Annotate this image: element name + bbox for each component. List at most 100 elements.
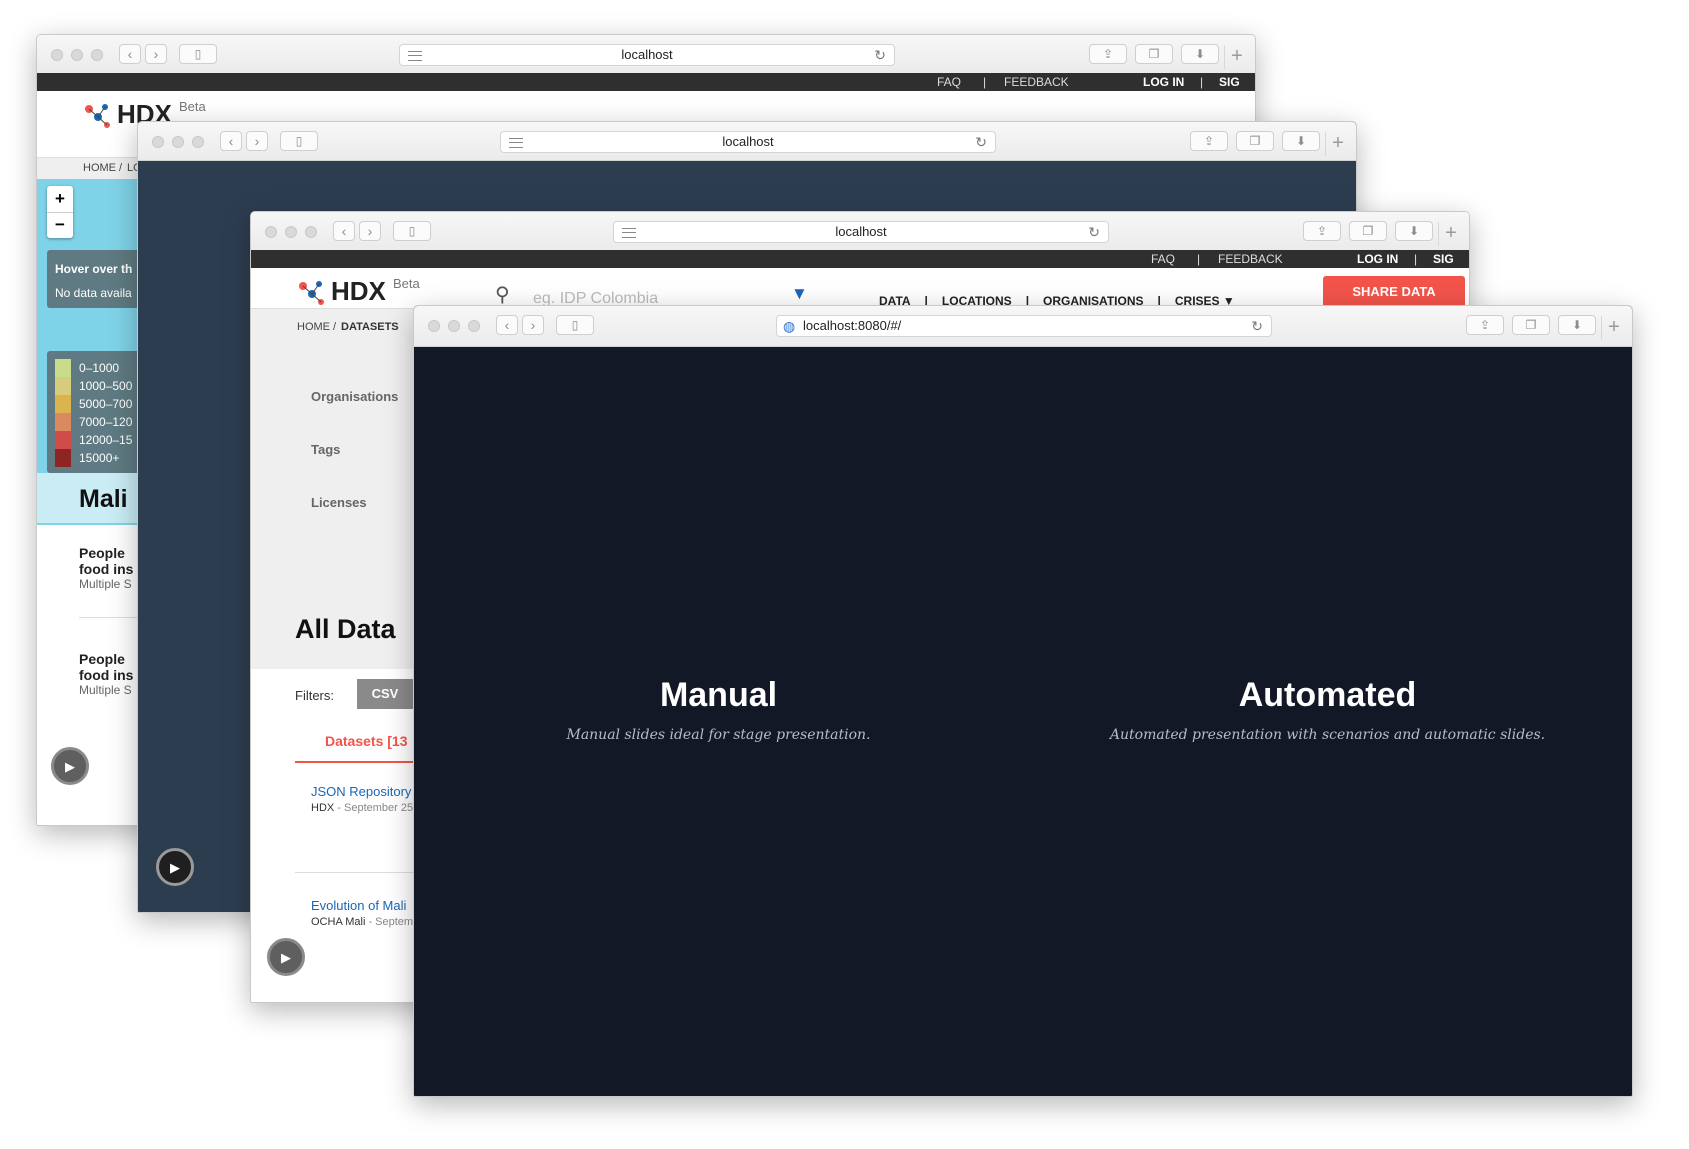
list-item[interactable]: People food ins Multiple S xyxy=(79,545,133,591)
new-tab-icon[interactable]: + xyxy=(1224,45,1249,69)
play-button[interactable]: ▶ xyxy=(51,747,89,785)
close-dot[interactable] xyxy=(428,320,440,332)
address-bar[interactable]: localhost ↻ xyxy=(613,221,1109,243)
url-text: localhost xyxy=(835,224,887,239)
divider: | xyxy=(1200,75,1204,89)
reload-icon[interactable]: ↻ xyxy=(1251,316,1263,336)
minimize-dot[interactable] xyxy=(448,320,460,332)
tabs-icon[interactable]: ❐ xyxy=(1135,44,1173,64)
minimize-dot[interactable] xyxy=(285,226,297,238)
hdx-logo[interactable]: HDX Beta xyxy=(83,99,206,136)
option-title: Automated xyxy=(1238,676,1417,714)
legend-swatch xyxy=(55,413,71,431)
share-data-button[interactable]: SHARE DATA xyxy=(1323,276,1465,308)
zoom-dot[interactable] xyxy=(468,320,480,332)
dataset-item[interactable]: Evolution of Mali OCHA Mali - Septem xyxy=(311,898,413,928)
breadcrumb-home[interactable]: HOME xyxy=(297,321,330,333)
facet-licenses[interactable]: Licenses xyxy=(311,495,367,510)
tabs-icon[interactable]: ❐ xyxy=(1512,315,1550,335)
minimize-dot[interactable] xyxy=(172,136,184,148)
login-link[interactable]: LOG IN xyxy=(1143,75,1184,89)
share-icon[interactable]: ⇪ xyxy=(1190,131,1228,151)
legend-label: 7000–120 xyxy=(79,415,133,429)
tabs-icon[interactable]: ❐ xyxy=(1236,131,1274,151)
zoom-in-button[interactable]: + xyxy=(47,186,73,213)
address-bar[interactable]: localhost ↻ xyxy=(399,44,895,66)
toolbar: ‹ › ▯ localhost ↻ ⇪ ❐ ⬇ + xyxy=(251,212,1469,251)
list-item[interactable]: People food ins Multiple S xyxy=(79,651,133,697)
dataset-title[interactable]: Evolution of Mali xyxy=(311,898,413,913)
play-button[interactable]: ▶ xyxy=(267,938,305,976)
dataset-meta: - Septem xyxy=(365,916,414,928)
address-bar[interactable]: ◍ localhost:8080/#/ ↻ xyxy=(776,315,1272,337)
share-icon[interactable]: ⇪ xyxy=(1303,221,1341,241)
facet-tags[interactable]: Tags xyxy=(311,442,340,457)
reader-icon[interactable] xyxy=(408,51,422,61)
back-icon[interactable]: ‹ xyxy=(220,131,242,151)
signup-link[interactable]: SIG xyxy=(1433,252,1454,266)
download-icon[interactable]: ⬇ xyxy=(1558,315,1596,335)
tab-datasets[interactable]: Datasets [13 xyxy=(325,733,408,749)
option-manual[interactable]: Manual Manual slides ideal for stage pre… xyxy=(414,676,1023,743)
share-icon[interactable]: ⇪ xyxy=(1466,315,1504,335)
signup-link[interactable]: SIG xyxy=(1219,75,1240,89)
sidebar-icon[interactable]: ▯ xyxy=(179,44,217,64)
sidebar-icon[interactable]: ▯ xyxy=(280,131,318,151)
new-tab-icon[interactable]: + xyxy=(1601,316,1626,340)
dataset-org[interactable]: OCHA Mali xyxy=(311,916,365,928)
close-dot[interactable] xyxy=(51,49,63,61)
download-icon[interactable]: ⬇ xyxy=(1395,221,1433,241)
dataset-item[interactable]: JSON Repository HDX - September 25 xyxy=(311,784,413,814)
reload-icon[interactable]: ↻ xyxy=(975,132,987,152)
forward-icon[interactable]: › xyxy=(522,315,544,335)
breadcrumb-sep: / xyxy=(333,321,337,333)
option-title: Manual xyxy=(659,676,778,714)
download-icon[interactable]: ⬇ xyxy=(1181,44,1219,64)
close-dot[interactable] xyxy=(265,226,277,238)
faq-link[interactable]: FAQ xyxy=(937,75,961,89)
minimize-dot[interactable] xyxy=(71,49,83,61)
back-icon[interactable]: ‹ xyxy=(333,221,355,241)
feedback-link[interactable]: FEEDBACK xyxy=(1004,75,1069,89)
filter-icon[interactable]: ▼ xyxy=(791,284,808,304)
reader-icon[interactable] xyxy=(622,228,636,238)
zoom-dot[interactable] xyxy=(91,49,103,61)
filter-chip-csv[interactable]: CSV xyxy=(357,679,413,709)
zoom-dot[interactable] xyxy=(305,226,317,238)
forward-icon[interactable]: › xyxy=(246,131,268,151)
toolbar: ‹ › ▯ ◍ localhost:8080/#/ ↻ ⇪ ❐ ⬇ + xyxy=(414,306,1632,347)
close-dot[interactable] xyxy=(152,136,164,148)
back-icon[interactable]: ‹ xyxy=(496,315,518,335)
page-title: All Data xyxy=(295,614,396,644)
search-icon[interactable]: ⚲ xyxy=(495,282,510,307)
reload-icon[interactable]: ↻ xyxy=(874,45,886,65)
forward-icon[interactable]: › xyxy=(359,221,381,241)
zoom-dot[interactable] xyxy=(192,136,204,148)
play-button[interactable]: ▶ xyxy=(156,848,194,886)
new-tab-icon[interactable]: + xyxy=(1325,132,1350,156)
new-tab-icon[interactable]: + xyxy=(1438,222,1463,246)
breadcrumb-home[interactable]: HOME xyxy=(83,162,116,174)
forward-icon[interactable]: › xyxy=(145,44,167,64)
back-icon[interactable]: ‹ xyxy=(119,44,141,64)
sidebar-icon[interactable]: ▯ xyxy=(393,221,431,241)
legend-label: 15000+ xyxy=(79,451,120,465)
sidebar-icon[interactable]: ▯ xyxy=(556,315,594,335)
faq-link[interactable]: FAQ xyxy=(1151,252,1175,266)
login-link[interactable]: LOG IN xyxy=(1357,252,1398,266)
dataset-org[interactable]: HDX xyxy=(311,802,334,814)
feedback-link[interactable]: FEEDBACK xyxy=(1218,252,1283,266)
beta-tag: Beta xyxy=(179,99,206,114)
share-icon[interactable]: ⇪ xyxy=(1089,44,1127,64)
download-icon[interactable]: ⬇ xyxy=(1282,131,1320,151)
reload-icon[interactable]: ↻ xyxy=(1088,222,1100,242)
logo-text: HDX xyxy=(331,276,386,306)
zoom-out-button[interactable]: − xyxy=(47,213,73,238)
address-bar[interactable]: localhost ↻ xyxy=(500,131,996,153)
facet-organisations[interactable]: Organisations xyxy=(311,389,398,404)
tabs-icon[interactable]: ❐ xyxy=(1349,221,1387,241)
option-automated[interactable]: Automated Automated presentation with sc… xyxy=(1023,676,1632,743)
dataset-title[interactable]: JSON Repository xyxy=(311,784,413,799)
legend-swatch xyxy=(55,449,71,467)
reader-icon[interactable] xyxy=(509,138,523,148)
